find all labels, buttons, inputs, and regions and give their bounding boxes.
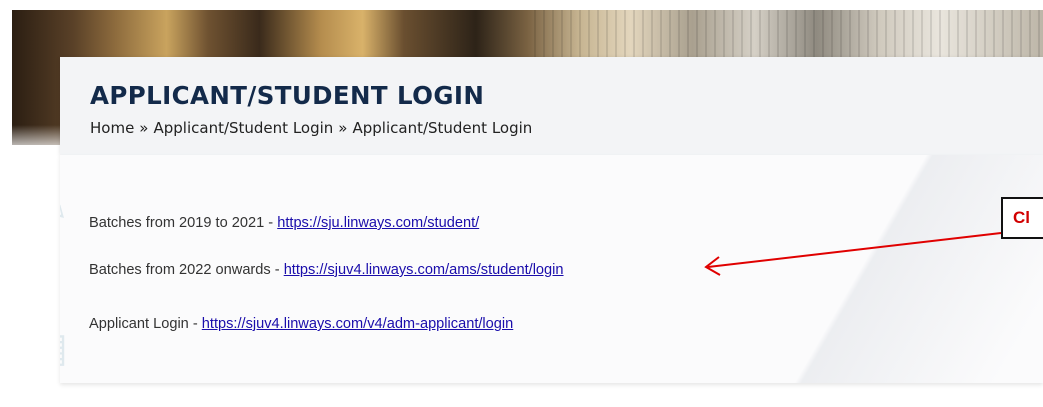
page-title: APPLICANT/STUDENT LOGIN [90, 81, 485, 110]
applicant-login-line: Applicant Login - https://sjuv4.linways.… [89, 316, 513, 332]
breadcrumb: Home» Applicant/Student Login» Applicant/S… [90, 119, 532, 137]
breadcrumb-current: Applicant/Student Login [352, 119, 533, 137]
breadcrumb-separator: » [338, 119, 348, 137]
annotation-callout-text: Cl [1013, 208, 1030, 227]
student-login-link-2019[interactable]: https://sju.linways.com/student/ [277, 215, 479, 231]
content-card: ✎ ▦ Batches from 2019 to 2021 - https://… [60, 155, 1043, 383]
breadcrumb-home[interactable]: Home [90, 119, 134, 137]
page-header-card: APPLICANT/STUDENT LOGIN Home» Applicant/S… [60, 57, 1043, 155]
annotation-callout-box: Cl [1001, 197, 1043, 239]
applicant-login-link[interactable]: https://sjuv4.linways.com/v4/adm-applica… [202, 316, 513, 332]
login-line-label: Batches from 2022 onwards - [89, 262, 284, 278]
login-line-2019-2021: Batches from 2019 to 2021 - https://sju.… [89, 215, 479, 231]
calendar-doodle-icon: ▦ [60, 325, 68, 371]
login-line-label: Applicant Login - [89, 316, 202, 332]
login-line-label: Batches from 2019 to 2021 - [89, 215, 278, 231]
breadcrumb-separator: » [139, 119, 149, 137]
login-line-2022-onwards: Batches from 2022 onwards - https://sjuv… [89, 262, 564, 278]
breadcrumb-applicant-login[interactable]: Applicant/Student Login [153, 119, 333, 137]
pencil-doodle-icon: ✎ [60, 185, 69, 231]
student-login-link-2022[interactable]: https://sjuv4.linways.com/ams/student/lo… [284, 262, 564, 278]
